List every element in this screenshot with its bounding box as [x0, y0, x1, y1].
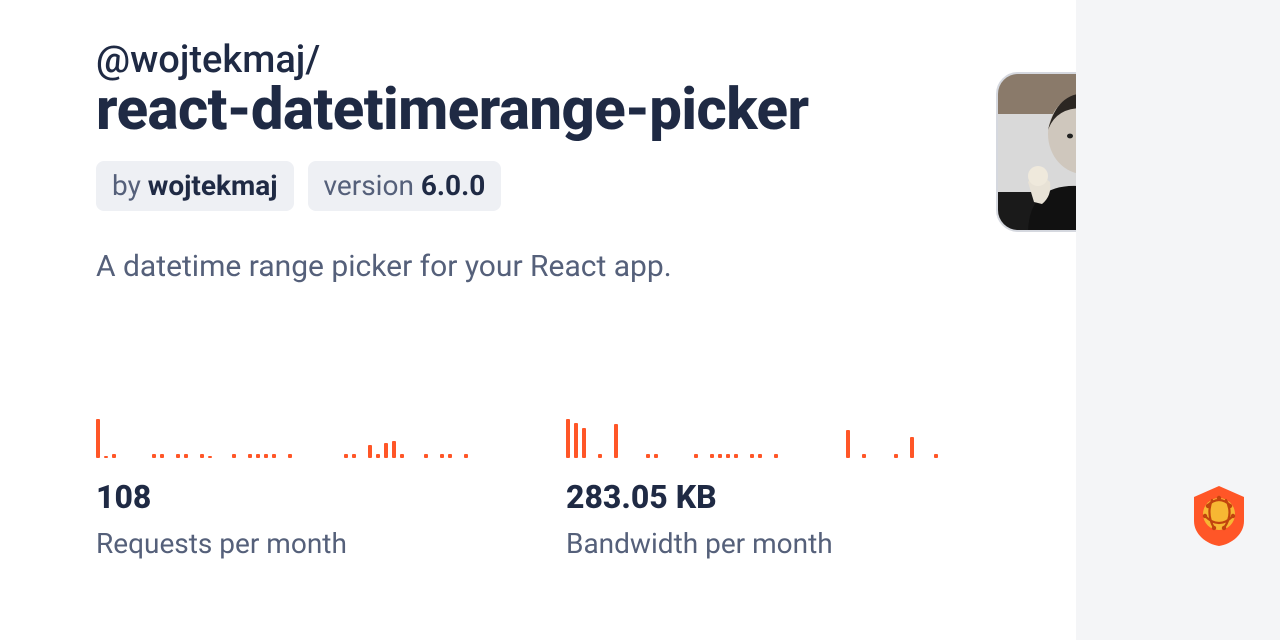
spark-bar — [846, 430, 850, 458]
spark-bar — [200, 454, 204, 458]
spark-bar — [464, 454, 468, 458]
version-chip[interactable]: version 6.0.0 — [308, 161, 502, 212]
spark-bar — [208, 456, 212, 458]
bandwidth-label: Bandwidth per month — [566, 527, 1036, 560]
spark-bar — [574, 423, 578, 458]
author-name: wojtekmaj — [148, 169, 278, 202]
right-sidebar — [1076, 0, 1280, 640]
requests-value: 108 — [96, 480, 566, 515]
requests-sparkline — [96, 398, 566, 458]
spark-bar — [160, 454, 164, 458]
spark-bar — [718, 454, 722, 458]
bandwidth-value: 283.05 KB — [566, 480, 1036, 515]
spark-bar — [352, 454, 356, 458]
spark-bar — [894, 454, 898, 458]
spark-bar — [646, 454, 650, 458]
version-value: 6.0.0 — [421, 169, 485, 202]
spark-bar — [384, 443, 388, 458]
requests-label: Requests per month — [96, 527, 566, 560]
spark-bar — [400, 454, 404, 458]
spark-bar — [910, 437, 914, 458]
main-content: @wojtekmaj/ react-datetimerange-picker b… — [0, 0, 1076, 640]
spark-bar — [582, 428, 586, 458]
spark-bar — [750, 454, 754, 458]
spark-bar — [862, 454, 866, 458]
spark-bar — [176, 454, 180, 458]
jsdelivr-logo-icon — [1190, 484, 1248, 548]
spark-bar — [184, 454, 188, 458]
meta-chips: by wojtekmaj version 6.0.0 — [96, 161, 1076, 212]
spark-bar — [232, 454, 236, 458]
spark-bar — [272, 454, 276, 458]
spark-bar — [248, 454, 252, 458]
package-description: A datetime range picker for your React a… — [96, 247, 1076, 286]
package-name: react-datetimerange-picker — [96, 80, 1076, 141]
spark-bar — [376, 454, 380, 458]
spark-bar — [934, 454, 938, 458]
spark-bar — [424, 454, 428, 458]
spark-bar — [694, 454, 698, 458]
spark-bar — [614, 424, 618, 458]
spark-bar — [440, 454, 444, 458]
spark-bar — [112, 454, 116, 458]
spark-bar — [774, 454, 778, 458]
spark-bar — [566, 419, 570, 458]
spark-bar — [288, 454, 292, 458]
spark-bar — [726, 454, 730, 458]
bandwidth-sparkline — [566, 398, 1036, 458]
spark-bar — [256, 454, 260, 458]
requests-stat: 108 Requests per month — [96, 398, 566, 560]
spark-bar — [152, 454, 156, 458]
spark-bar — [264, 454, 268, 458]
spark-bar — [344, 454, 348, 458]
bandwidth-stat: 283.05 KB Bandwidth per month — [566, 398, 1036, 560]
spark-bar — [598, 454, 602, 458]
stats-row: 108 Requests per month 283.05 KB Bandwid… — [96, 398, 1036, 560]
spark-bar — [96, 419, 100, 458]
spark-bar — [104, 456, 108, 458]
spark-bar — [710, 454, 714, 458]
spark-bar — [392, 441, 396, 458]
spark-bar — [448, 454, 452, 458]
version-prefix: version — [324, 169, 421, 202]
spark-bar — [734, 454, 738, 458]
author-prefix: by — [112, 169, 148, 202]
spark-bar — [758, 454, 762, 458]
spark-bar — [368, 445, 372, 458]
author-chip[interactable]: by wojtekmaj — [96, 161, 294, 212]
spark-bar — [654, 454, 658, 458]
